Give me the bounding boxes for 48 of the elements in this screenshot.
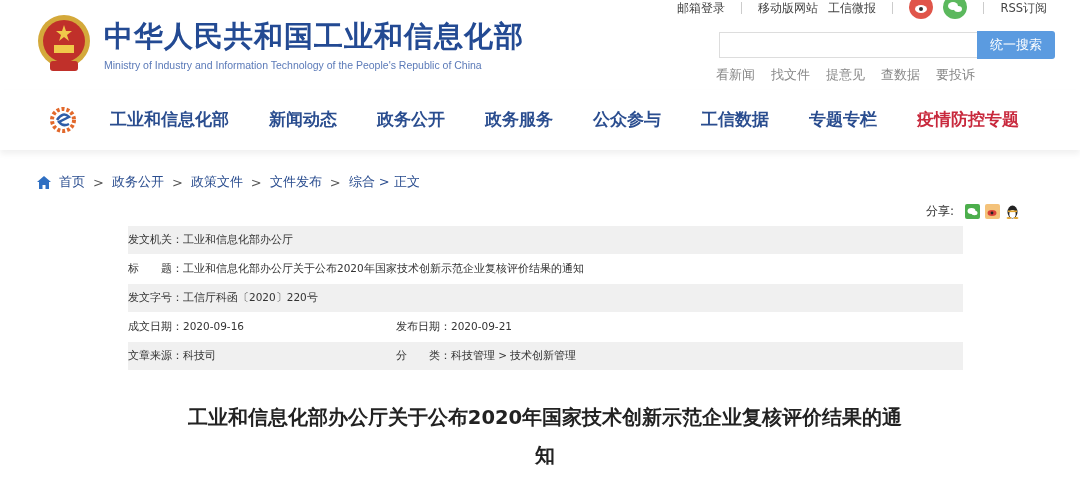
site-title: 中华人民共和国工业和信息化部 xyxy=(104,18,524,55)
meta-label: 发文机关： xyxy=(128,233,183,247)
share-label: 分享: xyxy=(925,203,954,220)
nav-item[interactable]: 政务公开 xyxy=(377,109,445,131)
nav-item[interactable]: 工业和信息化部 xyxy=(110,109,229,131)
quick-link[interactable]: 找文件 xyxy=(771,66,810,84)
breadcrumb-link[interactable]: 首页 xyxy=(59,173,85,191)
article-title: 工业和信息化部办公厅关于公布2020年国家技术创新示范企业复核评价结果的通知 xyxy=(186,405,904,469)
quick-link[interactable]: 提意见 xyxy=(826,66,865,84)
meta-label: 标 题： xyxy=(128,262,183,276)
meta-value: 科技管理 > 技术创新管理 xyxy=(451,349,577,363)
breadcrumb-separator: > xyxy=(171,174,183,190)
meta-value: 科技司 xyxy=(183,349,216,363)
penguin-icon[interactable] xyxy=(1005,204,1020,219)
quick-link[interactable]: 看新闻 xyxy=(716,66,755,84)
site-subtitle: Ministry of Industry and Information Technology of the People's Republic of China xyxy=(104,59,483,71)
top-link[interactable]: RSS订阅 xyxy=(1000,1,1047,15)
meta-value: 2020-09-16 xyxy=(183,320,245,334)
breadcrumb-separator: > xyxy=(329,174,341,190)
meta-label: 发文字号： xyxy=(128,291,183,305)
top-link[interactable]: 移动版网站 xyxy=(758,1,819,15)
top-link[interactable]: 工信微报 xyxy=(828,1,877,15)
meta-value: 工业和信息化部办公厅 xyxy=(183,233,293,247)
meta-value: 工信厅科函〔2020〕220号 xyxy=(183,291,318,305)
nav-item[interactable]: 疫情防控专题 xyxy=(917,109,1019,131)
nav-item[interactable]: 新闻动态 xyxy=(269,109,337,131)
breadcrumb-link[interactable]: 文件发布 xyxy=(269,173,322,191)
meta-value: 工业和信息化部办公厅关于公布2020年国家技术创新示范企业复核评价结果的通知 xyxy=(183,262,584,276)
meta-label: 发布日期： xyxy=(396,320,451,334)
top-link[interactable]: 邮箱登录 xyxy=(677,1,726,15)
logo-icon xyxy=(50,107,76,133)
home-icon xyxy=(37,175,51,189)
nav-item[interactable]: 公众参与 xyxy=(593,109,661,131)
nav-item[interactable]: 政务服务 xyxy=(485,109,553,131)
meta-value: 2020-09-21 xyxy=(451,320,513,334)
quick-link[interactable]: 查数据 xyxy=(881,66,920,84)
meta-label: 成文日期： xyxy=(128,320,183,334)
quick-link[interactable]: 要投诉 xyxy=(936,66,975,84)
breadcrumb-separator: > xyxy=(250,174,262,190)
breadcrumb-link[interactable]: 政策文件 xyxy=(190,173,243,191)
nav-item[interactable]: 专题专栏 xyxy=(809,109,877,131)
meta-label: 文章来源： xyxy=(128,349,183,363)
nav-item[interactable]: 工信数据 xyxy=(701,109,769,131)
search-field[interactable] xyxy=(719,32,977,58)
meta-label: 分 类： xyxy=(396,349,451,363)
breadcrumb-link[interactable]: 政务公开 xyxy=(111,173,164,191)
breadcrumb-separator: > xyxy=(93,174,104,190)
breadcrumb-link[interactable]: 综合 > 正文 xyxy=(348,173,420,191)
